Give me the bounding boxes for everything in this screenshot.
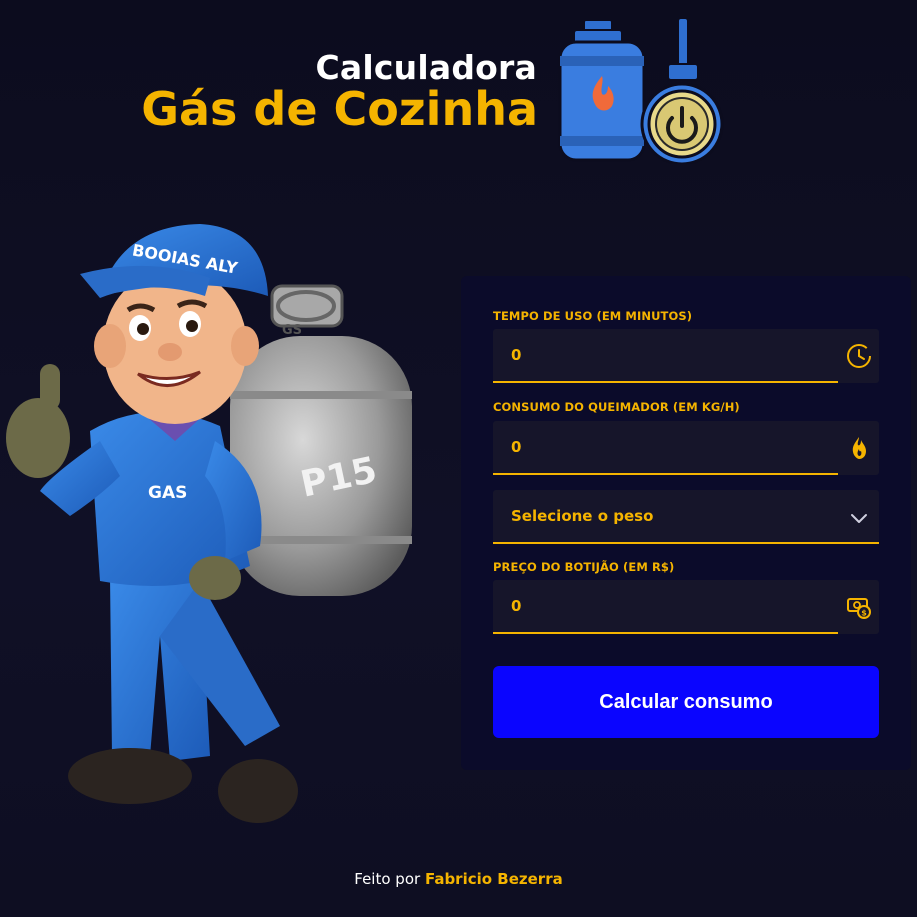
header: Calculadora Gás de Cozinha <box>0 0 917 180</box>
money-icon: $ <box>847 598 871 619</box>
tempo-input[interactable]: 0 <box>493 329 879 383</box>
calcular-consumo-button[interactable]: Calcular consumo <box>493 666 879 738</box>
calculator-form: TEMPO DE USO (EM MINUTOS) 0 CONSUMO DO Q… <box>461 276 911 770</box>
preco-underline <box>493 632 838 634</box>
svg-text:$: $ <box>861 609 867 618</box>
preco-input[interactable]: 0 $ <box>493 580 879 634</box>
preco-value[interactable]: 0 <box>511 597 521 615</box>
preco-label: PREÇO DO BOTIJÃO (EM R$) <box>493 560 675 574</box>
tempo-label: TEMPO DE USO (EM MINUTOS) <box>493 309 693 323</box>
tempo-underline <box>493 381 838 383</box>
consumo-label: CONSUMO DO QUEIMADOR (EM KG/H) <box>493 400 740 414</box>
peso-underline <box>493 542 879 544</box>
tempo-value[interactable]: 0 <box>511 346 521 364</box>
footer: Feito por Fabricio Bezerra <box>0 870 917 888</box>
peso-select[interactable]: Selecione o peso <box>493 490 879 544</box>
chevron-down-icon[interactable] <box>845 504 873 532</box>
consumo-value[interactable]: 0 <box>511 438 521 456</box>
shirt-label: GAS <box>148 483 187 503</box>
gas-delivery-mascot-image: P15 GS GAS BOOIAS ALY <box>6 224 412 823</box>
footer-prefix: Feito por <box>354 870 421 888</box>
gas-cylinder-logo-icon <box>558 17 724 164</box>
cylinder-cap-label: GS <box>282 323 302 338</box>
consumo-underline <box>493 473 838 475</box>
footer-author-link[interactable]: Fabricio Bezerra <box>425 870 563 888</box>
consumo-input[interactable]: 0 <box>493 421 879 475</box>
clock-icon <box>847 344 871 368</box>
page-title: Gás de Cozinha <box>141 82 538 136</box>
flame-icon <box>852 437 866 459</box>
peso-select-value[interactable]: Selecione o peso <box>511 507 653 525</box>
